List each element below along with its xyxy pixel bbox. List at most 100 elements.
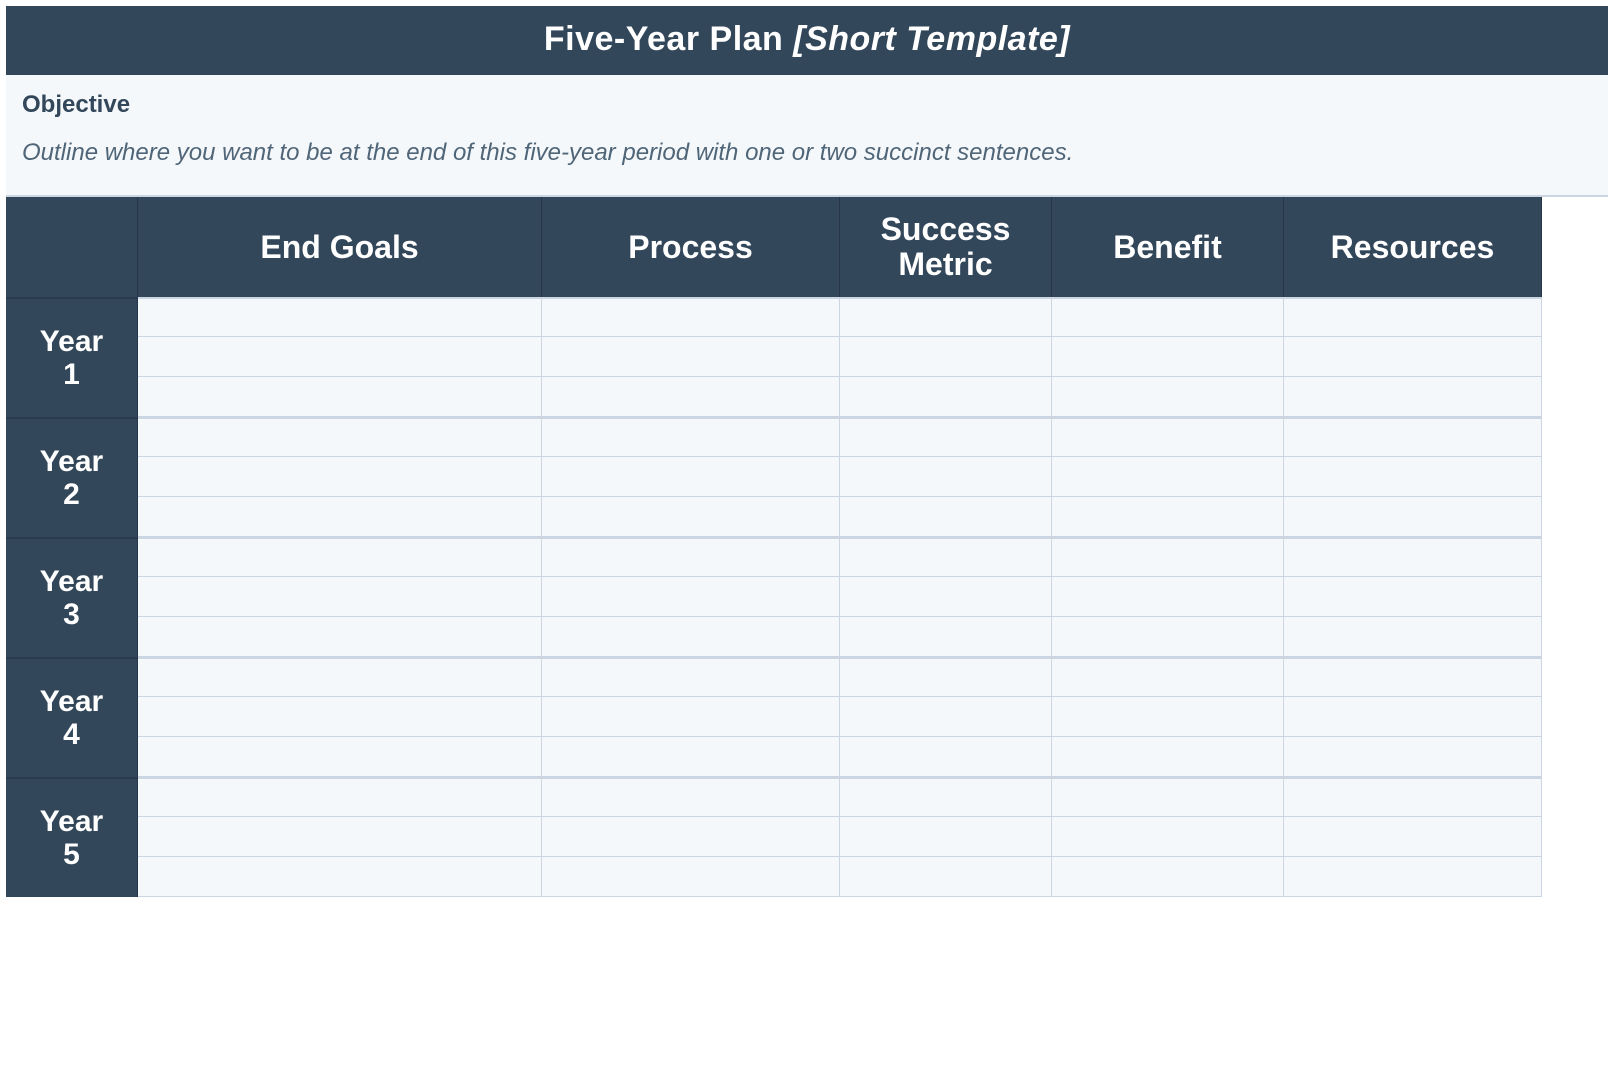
row-header-year-1: Year 1 [6,297,138,417]
cell-benefit[interactable] [1052,777,1284,817]
cell-benefit[interactable] [1052,697,1284,737]
cell-end-goals[interactable] [138,617,542,657]
cell-success-metric[interactable] [840,617,1052,657]
column-header-resources: Resources [1284,197,1542,297]
cell-benefit[interactable] [1052,617,1284,657]
cell-benefit[interactable] [1052,297,1284,337]
row-header-number: 1 [63,358,80,391]
cell-success-metric[interactable] [840,497,1052,537]
cell-end-goals[interactable] [138,777,542,817]
cell-end-goals[interactable] [138,457,542,497]
cell-process[interactable] [542,377,840,417]
cell-success-metric[interactable] [840,377,1052,417]
cell-process[interactable] [542,417,840,457]
cell-end-goals[interactable] [138,857,542,897]
cell-process[interactable] [542,297,840,337]
row-header-year-5: Year 5 [6,777,138,897]
cell-process[interactable] [542,537,840,577]
cell-benefit[interactable] [1052,657,1284,697]
cell-resources[interactable] [1284,497,1542,537]
cell-benefit[interactable] [1052,337,1284,377]
cell-success-metric[interactable] [840,657,1052,697]
cell-resources[interactable] [1284,337,1542,377]
planning-grid: End Goals Process Success Metric Benefit… [6,195,1608,897]
cell-process[interactable] [542,577,840,617]
row-header-label: Year [40,565,103,598]
cell-benefit[interactable] [1052,497,1284,537]
cell-process[interactable] [542,337,840,377]
grid-corner-cell [6,197,138,297]
cell-success-metric[interactable] [840,737,1052,777]
row-header-label: Year [40,685,103,718]
cell-success-metric[interactable] [840,857,1052,897]
cell-process[interactable] [542,697,840,737]
cell-benefit[interactable] [1052,857,1284,897]
cell-success-metric[interactable] [840,777,1052,817]
cell-success-metric[interactable] [840,817,1052,857]
cell-process[interactable] [542,497,840,537]
cell-end-goals[interactable] [138,497,542,537]
cell-end-goals[interactable] [138,417,542,457]
cell-resources[interactable] [1284,657,1542,697]
template-page: Five-Year Plan [Short Template] Objectiv… [0,0,1614,897]
row-header-label: Year [40,325,103,358]
cell-benefit[interactable] [1052,737,1284,777]
cell-process[interactable] [542,617,840,657]
cell-end-goals[interactable] [138,337,542,377]
cell-end-goals[interactable] [138,377,542,417]
column-header-success-metric: Success Metric [840,197,1052,297]
cell-resources[interactable] [1284,617,1542,657]
cell-resources[interactable] [1284,297,1542,337]
cell-process[interactable] [542,857,840,897]
cell-process[interactable] [542,657,840,697]
row-header-label: Year [40,805,103,838]
cell-resources[interactable] [1284,417,1542,457]
cell-end-goals[interactable] [138,697,542,737]
cell-end-goals[interactable] [138,297,542,337]
cell-end-goals[interactable] [138,537,542,577]
cell-benefit[interactable] [1052,417,1284,457]
cell-benefit[interactable] [1052,537,1284,577]
cell-resources[interactable] [1284,777,1542,817]
cell-resources[interactable] [1284,537,1542,577]
row-header-number: 2 [63,478,80,511]
cell-success-metric[interactable] [840,577,1052,617]
cell-process[interactable] [542,737,840,777]
cell-success-metric[interactable] [840,297,1052,337]
cell-success-metric[interactable] [840,537,1052,577]
cell-resources[interactable] [1284,377,1542,417]
row-header-label: Year [40,445,103,478]
page-title-suffix: [Short Template] [793,20,1070,58]
cell-resources[interactable] [1284,457,1542,497]
cell-success-metric[interactable] [840,337,1052,377]
page-title-bar: Five-Year Plan [Short Template] [6,6,1608,75]
cell-process[interactable] [542,817,840,857]
cell-process[interactable] [542,777,840,817]
cell-benefit[interactable] [1052,577,1284,617]
cell-end-goals[interactable] [138,817,542,857]
cell-success-metric[interactable] [840,457,1052,497]
cell-resources[interactable] [1284,817,1542,857]
cell-resources[interactable] [1284,577,1542,617]
objective-description[interactable]: Outline where you want to be at the end … [22,137,1592,169]
cell-benefit[interactable] [1052,457,1284,497]
cell-end-goals[interactable] [138,577,542,617]
page-title-main: Five-Year Plan [544,20,793,58]
cell-end-goals[interactable] [138,657,542,697]
cell-resources[interactable] [1284,697,1542,737]
cell-process[interactable] [542,457,840,497]
objective-section: Objective Outline where you want to be a… [6,75,1608,195]
row-header-number: 5 [63,838,80,871]
row-header-number: 3 [63,598,80,631]
cell-success-metric[interactable] [840,697,1052,737]
column-header-process: Process [542,197,840,297]
row-header-number: 4 [63,718,80,751]
cell-benefit[interactable] [1052,817,1284,857]
row-header-year-2: Year 2 [6,417,138,537]
row-header-year-4: Year 4 [6,657,138,777]
cell-benefit[interactable] [1052,377,1284,417]
cell-resources[interactable] [1284,737,1542,777]
cell-success-metric[interactable] [840,417,1052,457]
cell-resources[interactable] [1284,857,1542,897]
cell-end-goals[interactable] [138,737,542,777]
